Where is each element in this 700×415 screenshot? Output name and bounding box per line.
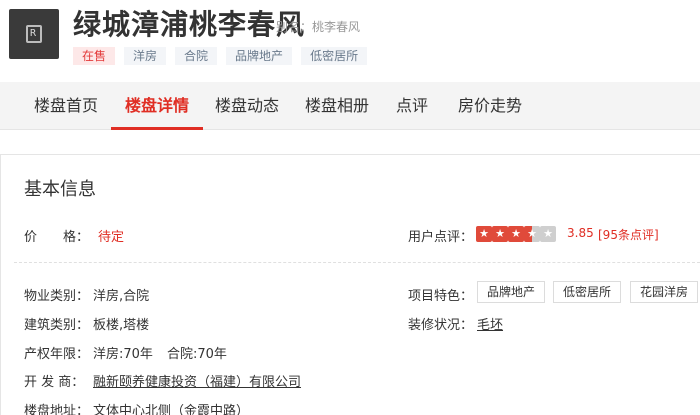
tab-price-trend[interactable]: 房价走势 [458, 82, 522, 130]
tenure-label: 产权年限： [24, 347, 90, 362]
project-tags: 在售 洋房 合院 品牌地产 低密居所 [73, 47, 376, 65]
tag-apartment: 洋房 [124, 47, 167, 65]
star-icon: ★ [476, 226, 492, 242]
building-type-label: 建筑类别： [24, 318, 90, 333]
project-alias: 别名：桃李春风 [276, 20, 361, 34]
project-header: R 绿城漳浦桃李春风 别名：桃李春风 在售 洋房 合院 品牌地产 低密居所 [0, 0, 700, 82]
star-icon: ★ [508, 226, 524, 242]
tag-courtyard: 合院 [175, 47, 218, 65]
features-label: 项目特色： [408, 289, 474, 304]
tab-home[interactable]: 楼盘首页 [34, 82, 98, 130]
tab-details[interactable]: 楼盘详情 [110, 82, 204, 130]
rating-label: 用户点评： [408, 230, 474, 245]
decoration-label: 装修状况： [408, 318, 474, 333]
section-title: 基本信息 [24, 179, 96, 200]
section-divider [14, 262, 700, 263]
property-type-value: 洋房,合院 [93, 289, 150, 304]
star-half-icon: ★ [524, 226, 540, 242]
developer-label: 开 发 商： [24, 375, 85, 390]
address-label: 楼盘地址： [24, 404, 90, 415]
decoration-value[interactable]: 毛坯 [477, 314, 503, 333]
logo-mark: R [30, 28, 37, 39]
rating-stars: ★ ★ ★ ★ ★ [476, 226, 556, 242]
developer-link[interactable]: 融新颐养健康投资（福建）有限公司 [93, 371, 301, 390]
star-empty-icon: ★ [540, 226, 556, 242]
tenure-value-courtyard: 合院:70年 [167, 347, 227, 362]
tag-on-sale: 在售 [73, 47, 116, 65]
price-label: 价 格： [24, 230, 90, 245]
feature-low-density[interactable]: 低密居所 [553, 281, 622, 303]
reviews-link[interactable]: [95条点评] [598, 226, 659, 243]
tab-news[interactable]: 楼盘动态 [215, 82, 279, 130]
project-title: 绿城漳浦桃李春风 [73, 8, 306, 41]
tag-low-density: 低密居所 [301, 47, 368, 65]
address-value: 文体中心北侧（金霞中路） [93, 404, 250, 415]
star-icon: ★ [492, 226, 508, 242]
rating-score: 3.85 [567, 226, 594, 240]
tenure-value-apartment: 洋房:70年 [93, 347, 153, 362]
project-logo[interactable]: R [9, 9, 59, 59]
tab-photos[interactable]: 楼盘相册 [305, 82, 369, 130]
feature-garden-apartment[interactable]: 花园洋房 [630, 281, 699, 303]
project-nav: 楼盘首页 楼盘详情 楼盘动态 楼盘相册 点评 房价走势 [0, 82, 700, 130]
feature-brand-developer[interactable]: 品牌地产 [477, 281, 546, 303]
tag-brand-developer: 品牌地产 [226, 47, 293, 65]
tab-reviews[interactable]: 点评 [396, 82, 428, 130]
property-type-label: 物业类别： [24, 289, 90, 304]
price-value: 待定 [98, 230, 125, 245]
building-type-value: 板楼,塔楼 [93, 318, 150, 333]
